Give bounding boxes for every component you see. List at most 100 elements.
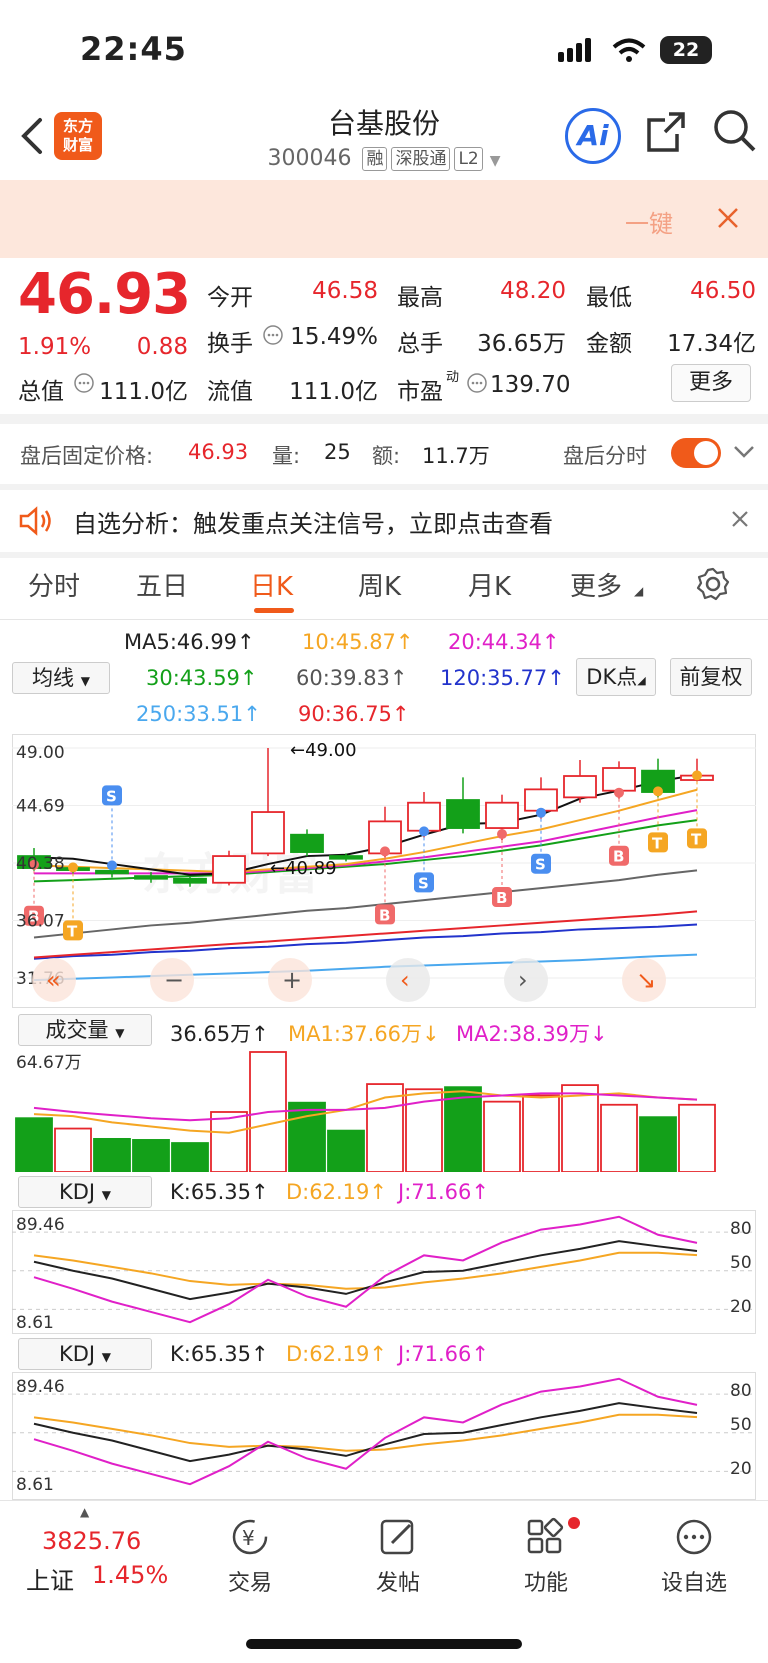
pe-superscript: 动	[446, 370, 460, 385]
index-value[interactable]: 3825.76	[42, 1527, 141, 1555]
y-axis-label: 40.38	[16, 854, 65, 874]
bottom-nav: ▲ 3825.76 上证 1.45% ¥ 交易 发帖 功能 设自选	[0, 1500, 768, 1663]
kline-chart[interactable]: 东方财富 BTSBSBSBTT 49.0044.6940.3836.0731.7…	[12, 734, 756, 1008]
pe-value: 139.70	[490, 372, 571, 398]
close-icon[interactable]	[716, 206, 740, 230]
volume-selector-label: 成交量	[45, 1018, 109, 1042]
tag-connect: 深股通	[391, 147, 451, 171]
tab-monthly-k[interactable]: 月K	[468, 566, 511, 603]
kdj2-chart[interactable]: 89.46 8.61 80 50 20	[12, 1372, 756, 1500]
nav-add-watchlist[interactable]: 设自选	[644, 1517, 744, 1597]
volume-bar	[600, 1103, 638, 1172]
tab-intraday[interactable]: 分时	[28, 566, 80, 603]
volume-bar	[561, 1084, 599, 1172]
tab-daily-k[interactable]: 日K	[250, 566, 293, 603]
kdj2-y-top: 89.46	[16, 1377, 65, 1397]
info-icon[interactable]	[73, 372, 95, 394]
volume-selector[interactable]: 成交量 ▼	[18, 1014, 152, 1046]
index-name[interactable]: 上证	[26, 1561, 74, 1596]
mktcap-label: 总值	[18, 379, 64, 405]
kdj-selector[interactable]: KDJ ▼	[18, 1176, 152, 1208]
chevron-down-icon: ▼	[101, 1350, 112, 1364]
volume-bar	[54, 1127, 92, 1172]
candle-body	[134, 875, 168, 880]
status-time: 22:45	[80, 30, 187, 68]
kdj2-d: D:62.19↑	[286, 1342, 387, 1366]
y-axis-label: 36.07	[16, 912, 65, 932]
index-pct[interactable]: 1.45%	[92, 1561, 168, 1589]
after-hours-vol-label: 量:	[272, 444, 301, 468]
signal-dot	[419, 826, 429, 837]
open-label: 今开	[207, 285, 253, 311]
search-icon[interactable]	[712, 108, 758, 154]
ma-selector-label: 均线	[32, 666, 75, 690]
ma-legend-60: 60:39.83↑	[296, 666, 408, 690]
after-hours-label: 盘后固定价格:	[20, 444, 154, 468]
volume-chart[interactable]: 64.67万	[12, 1048, 756, 1172]
home-indicator	[246, 1639, 522, 1649]
ma-selector[interactable]: 均线 ▼	[12, 662, 110, 694]
volume-bar	[93, 1137, 131, 1172]
chevron-down-icon[interactable]: ▼	[490, 153, 501, 169]
nav-trade[interactable]: ¥ 交易	[200, 1517, 300, 1597]
gear-icon[interactable]	[695, 566, 731, 602]
ma-legend-90: 90:36.75↑	[298, 702, 410, 726]
ma-legend-30: 30:43.59↑	[146, 666, 258, 690]
amount-label: 金额	[586, 331, 632, 357]
tab-weekly-k[interactable]: 周K	[358, 566, 401, 603]
amount-value: 17.34亿	[667, 331, 756, 357]
signal-dot	[536, 807, 546, 818]
more-button[interactable]: 更多	[671, 364, 751, 402]
notification-dot	[568, 1517, 580, 1529]
float-label: 流值	[207, 379, 253, 405]
ma-legend-20: 20:44.34↑	[448, 630, 560, 654]
kdj2-j: J:71.66↑	[398, 1342, 489, 1366]
promo-banner[interactable]: 一键	[0, 180, 768, 258]
notice-bar[interactable]: 自选分析：触发重点关注信号，立即点击查看	[0, 490, 768, 552]
candle-body	[524, 788, 558, 812]
nav-functions[interactable]: 功能	[496, 1517, 596, 1597]
change-amount: 0.88	[136, 334, 188, 360]
tab-more[interactable]: 更多	[570, 566, 622, 603]
adjust-button[interactable]: 前复权	[670, 658, 752, 696]
active-tab-indicator	[254, 608, 294, 613]
volume-bar	[639, 1116, 677, 1172]
high-annotation: ←49.00	[290, 740, 357, 761]
nav-trade-label: 交易	[227, 1571, 272, 1596]
signal-letter: B	[496, 889, 507, 907]
candle-body	[446, 799, 480, 829]
nav-post[interactable]: 发帖	[348, 1517, 448, 1597]
after-hours-toggle-label: 盘后分时	[563, 444, 647, 468]
signal-letter: B	[379, 906, 390, 924]
ma250-line	[33, 953, 698, 982]
tag-margin: 融	[362, 147, 388, 171]
kdj2-k: K:65.35↑	[170, 1342, 269, 1366]
low-annotation: ←40.89	[270, 858, 337, 879]
info-icon[interactable]	[262, 324, 284, 346]
share-icon[interactable]	[645, 110, 687, 154]
wifi-icon	[612, 38, 646, 62]
ai-icon[interactable]: Ai	[565, 108, 621, 164]
ma-legend-5: MA5:46.99↑	[124, 630, 255, 654]
candle-body	[485, 801, 519, 829]
close-icon[interactable]	[731, 510, 749, 528]
kdj-chart[interactable]: 89.46 8.61 80 50 20	[12, 1210, 756, 1334]
ma-legend-120: 120:35.77↑	[440, 666, 565, 690]
candle-body	[212, 855, 246, 884]
chart-control-icon: −	[164, 966, 184, 994]
after-hours-toggle[interactable]	[671, 438, 721, 468]
status-bar: 22:45 22	[0, 0, 768, 96]
tab-five-day[interactable]: 五日	[136, 566, 188, 603]
volume-bar	[327, 1129, 365, 1172]
kdj2-selector-label: KDJ	[58, 1342, 96, 1366]
open-value: 46.58	[312, 278, 378, 304]
kdj2-selector[interactable]: KDJ ▼	[18, 1338, 152, 1370]
last-price: 46.93	[18, 262, 191, 327]
ma-legend-250: 250:33.51↑	[136, 702, 261, 726]
dk-point-button[interactable]: DK点◢	[576, 658, 656, 696]
info-icon[interactable]	[466, 372, 488, 394]
signal-dot	[497, 829, 507, 840]
chevron-down-icon[interactable]	[733, 444, 755, 460]
more-dots-icon	[676, 1519, 712, 1555]
turnover-value: 15.49%	[290, 324, 378, 350]
